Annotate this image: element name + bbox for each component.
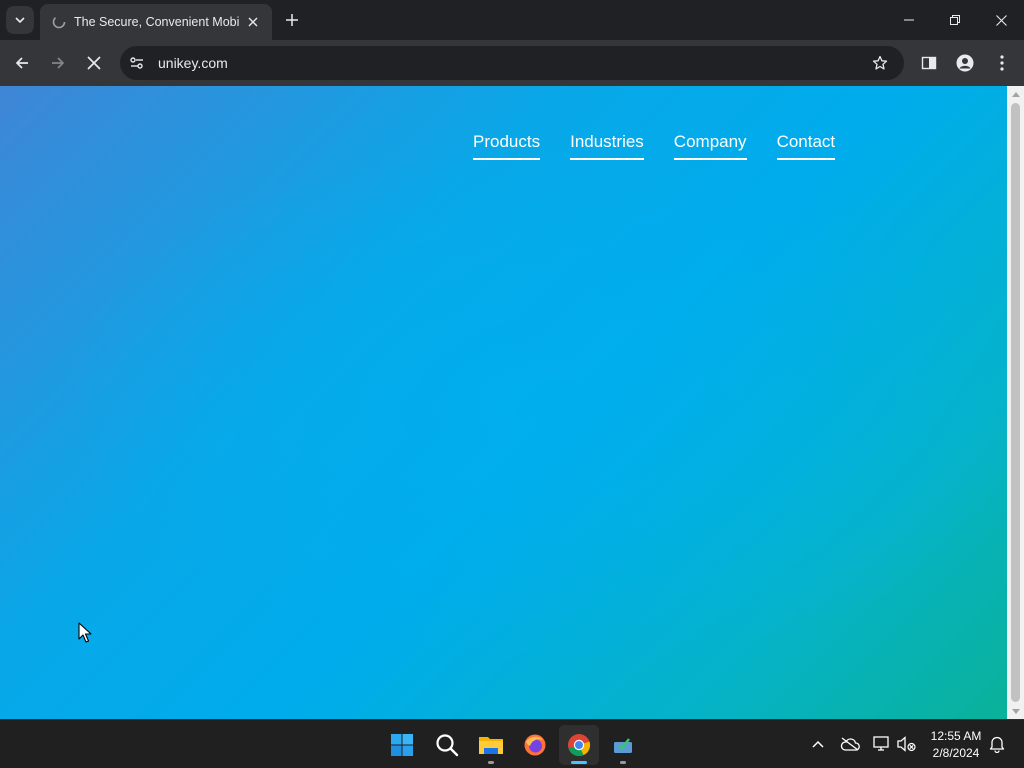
start-button[interactable] — [382, 725, 422, 765]
browser-tab[interactable]: The Secure, Convenient Mobile — [40, 4, 272, 40]
scrollbar-thumb[interactable] — [1011, 103, 1020, 702]
stop-icon — [87, 56, 101, 70]
network-tray[interactable] — [870, 732, 894, 756]
address-bar-url: unikey.com — [158, 55, 228, 71]
tab-strip: The Secure, Convenient Mobile — [0, 0, 1024, 40]
browser-toolbar: unikey.com — [0, 40, 1024, 86]
scroll-down-icon[interactable] — [1007, 703, 1024, 719]
system-clock[interactable]: 12:55 AM 2/8/2024 — [920, 728, 992, 762]
cloud-offline-icon — [840, 737, 860, 751]
firefox-icon — [524, 734, 546, 756]
onedrive-tray[interactable] — [838, 732, 862, 756]
file-explorer-icon — [479, 737, 503, 754]
close-icon — [995, 14, 1007, 26]
page-scrollbar[interactable] — [1007, 86, 1024, 719]
running-indicator — [488, 761, 494, 764]
profile-button[interactable] — [949, 47, 981, 79]
nav-link-company[interactable]: Company — [673, 132, 747, 160]
page-viewport: Products Industries Company Contact — [0, 86, 1007, 719]
taskbar-app[interactable] — [603, 725, 643, 765]
browser-menu-button[interactable] — [986, 47, 1018, 79]
taskbar-file-explorer[interactable] — [471, 725, 511, 765]
app-icon — [614, 738, 632, 753]
tab-search-button[interactable] — [6, 6, 34, 34]
plus-icon — [286, 14, 298, 26]
chevron-down-icon — [15, 17, 25, 24]
site-info-icon[interactable] — [124, 50, 150, 76]
volume-tray[interactable] — [895, 732, 919, 756]
side-panel-icon — [921, 56, 937, 70]
close-window-button[interactable] — [978, 0, 1024, 40]
back-button[interactable] — [6, 47, 38, 79]
address-bar[interactable]: unikey.com — [120, 46, 904, 80]
clock-date: 2/8/2024 — [932, 746, 980, 760]
arrow-left-icon — [15, 57, 28, 69]
mouse-pointer-icon — [78, 622, 92, 643]
nav-link-products[interactable]: Products — [473, 132, 541, 160]
nav-link-contact[interactable]: Contact — [776, 132, 836, 160]
bookmark-star-icon[interactable] — [866, 49, 894, 77]
new-tab-button[interactable] — [281, 9, 303, 31]
side-panel-button[interactable] — [913, 47, 945, 79]
nav-link-industries[interactable]: Industries — [570, 132, 644, 160]
bell-icon — [989, 736, 1005, 753]
volume-muted-icon — [897, 736, 916, 752]
taskbar-search-button[interactable] — [427, 725, 467, 765]
taskbar: 12:55 AM 2/8/2024 — [0, 719, 1024, 768]
start-icon — [391, 734, 413, 756]
stop-loading-button[interactable] — [78, 47, 110, 79]
active-indicator — [571, 761, 587, 764]
notifications-button[interactable] — [985, 732, 1009, 756]
arrow-right-icon — [52, 57, 65, 69]
restore-icon — [950, 15, 960, 25]
chevron-up-icon — [812, 740, 824, 748]
show-hidden-icons-button[interactable] — [806, 732, 830, 756]
close-tab-icon[interactable] — [244, 13, 262, 31]
clock-time: 12:55 AM — [930, 729, 982, 743]
tab-title: The Secure, Convenient Mobile — [74, 15, 240, 29]
loading-spinner-icon — [52, 15, 66, 29]
chrome-icon — [568, 734, 591, 757]
network-icon — [873, 736, 889, 751]
profile-icon — [956, 54, 974, 72]
taskbar-chrome[interactable] — [559, 725, 599, 765]
minimize-button[interactable] — [886, 0, 932, 40]
kebab-menu-icon — [1000, 55, 1004, 71]
search-icon — [436, 734, 459, 757]
site-navigation: Products Industries Company Contact — [473, 132, 836, 160]
restore-button[interactable] — [932, 0, 978, 40]
forward-button[interactable] — [42, 47, 74, 79]
taskbar-firefox[interactable] — [515, 725, 555, 765]
scroll-up-icon[interactable] — [1007, 86, 1024, 102]
minimize-icon — [904, 19, 914, 21]
running-indicator — [620, 761, 626, 764]
